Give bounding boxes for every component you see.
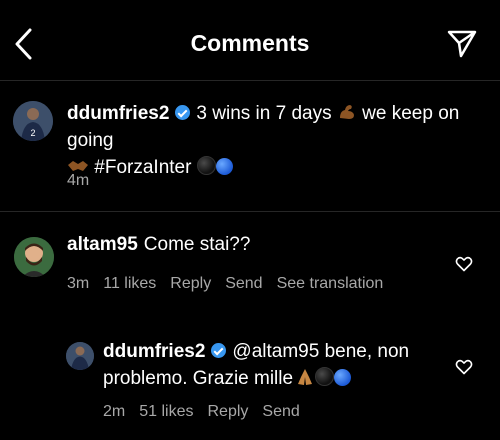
caption-text-part1: 3 wins in 7 days — [196, 103, 332, 124]
comment-time: 3m — [67, 275, 90, 292]
comment-meta: 3m 11 likes Reply Send See translation — [67, 275, 397, 293]
black-circle-emoji-icon — [315, 367, 335, 386]
avatar[interactable] — [14, 237, 54, 277]
reply-time: 2m — [103, 403, 126, 420]
share-direct-icon[interactable] — [445, 26, 479, 60]
likes-count[interactable]: 51 likes — [139, 403, 193, 420]
caption-username[interactable]: ddumfries2 — [67, 103, 169, 124]
comment-username[interactable]: altam95 — [67, 234, 138, 255]
avatar[interactable] — [66, 342, 94, 370]
avatar-image: 2 — [13, 101, 53, 141]
caption-meta: 4m — [67, 172, 103, 190]
blue-circle-emoji-icon — [334, 369, 352, 386]
black-circle-emoji-icon — [196, 156, 216, 175]
caption-text: ddumfries2 3 wins in 7 days we keep on go… — [67, 100, 487, 181]
heart-icon[interactable] — [455, 358, 473, 376]
avatar-image — [14, 237, 54, 277]
reply-button[interactable]: Reply — [170, 275, 211, 292]
heart-icon[interactable] — [455, 255, 473, 273]
reply-text: ddumfries2 @altam95 bene, non problemo. G… — [103, 338, 448, 392]
reply-button[interactable]: Reply — [207, 403, 248, 420]
caption-hashtag[interactable]: #ForzaInter — [94, 157, 191, 178]
verified-badge-icon — [175, 105, 191, 120]
avatar[interactable]: 2 — [13, 101, 53, 141]
verified-badge-icon — [211, 343, 227, 358]
see-translation-button[interactable]: See translation — [277, 275, 384, 292]
header-bar: Comments — [0, 0, 500, 81]
blue-circle-emoji-icon — [215, 158, 233, 175]
comment-item: altam95 Come stai?? 3m 11 likes Reply Send Se… — [0, 212, 500, 312]
likes-count[interactable]: 11 likes — [103, 275, 156, 292]
post-caption: 2 ddumfries2 3 wins in 7 days we keep on … — [0, 80, 500, 212]
send-button[interactable]: Send — [262, 403, 299, 420]
reply-comment-item: ddumfries2 @altam95 bene, non problemo. G… — [0, 330, 500, 440]
caption-time: 4m — [67, 172, 90, 189]
avatar-image — [66, 342, 94, 370]
reply-body-line2: problemo. Grazie mille — [103, 368, 294, 389]
svg-text:2: 2 — [30, 128, 35, 138]
reply-username[interactable]: ddumfries2 — [103, 341, 205, 362]
comment-body: Come stai?? — [143, 234, 251, 255]
reply-body-line1: @altam95 bene, non — [232, 341, 410, 362]
send-button[interactable]: Send — [225, 275, 262, 292]
folded-hands-emoji-icon — [295, 367, 315, 387]
reply-meta: 2m 51 likes Reply Send — [103, 403, 314, 421]
page-title: Comments — [190, 30, 310, 56]
comment-text: altam95 Come stai?? — [67, 231, 447, 258]
flexed-biceps-emoji-icon — [337, 102, 357, 122]
